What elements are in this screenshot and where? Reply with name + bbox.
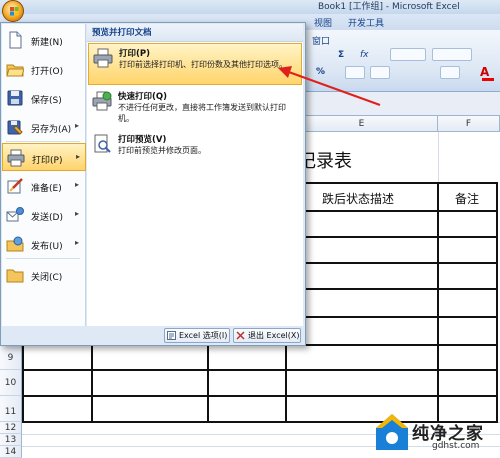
- menu-separator: [6, 141, 80, 142]
- quick-print-icon: [92, 91, 112, 111]
- save-disk-icon: [7, 90, 23, 106]
- window-group-label[interactable]: 窗口: [312, 34, 330, 47]
- submenu-arrow-icon: ▸: [75, 238, 80, 247]
- table-border: [496, 182, 498, 423]
- tab-developer[interactable]: 开发工具: [348, 16, 384, 29]
- submenu-arrow-icon: ▸: [76, 152, 81, 161]
- exit-excel-button[interactable]: 退出 Excel(X): [233, 328, 301, 343]
- ribbon-control[interactable]: [390, 48, 426, 61]
- menu-item-label: 发送(D): [31, 213, 63, 223]
- submenu-arrow-icon: ▸: [75, 121, 80, 130]
- font-color-swatch: [482, 78, 494, 81]
- printer-icon: [93, 48, 113, 68]
- column-header-e[interactable]: E: [286, 116, 438, 132]
- row-header-13[interactable]: 13: [0, 434, 22, 446]
- excel-options-label: Excel 选项(I): [179, 331, 228, 340]
- menu-item-label: 保存(S): [31, 96, 62, 106]
- menu-item-label: 打开(O): [31, 67, 64, 77]
- watermark-url: gdhst.com: [432, 441, 480, 451]
- row-header-10[interactable]: 10: [0, 370, 22, 396]
- row-header-12[interactable]: 12: [0, 422, 22, 434]
- options-icon: [167, 331, 176, 340]
- print-preview-option[interactable]: 打印预览(V) 打印前预览并修改页面。: [88, 130, 302, 160]
- gridline: [438, 132, 439, 182]
- option-title: 快速打印(Q): [118, 92, 167, 102]
- menu-separator: [6, 258, 80, 259]
- sheet-title: 记录表: [298, 151, 352, 172]
- menu-item-save-as[interactable]: 另存为(A) ▸: [2, 113, 86, 141]
- option-title: 打印预览(V): [118, 135, 167, 145]
- menu-item-prepare[interactable]: 准备(E) ▸: [2, 172, 86, 200]
- table-border: [22, 395, 498, 397]
- option-title: 打印(P): [119, 49, 150, 59]
- submenu-arrow-icon: ▸: [75, 209, 80, 218]
- prepare-icon: [7, 178, 23, 194]
- submenu-arrow-icon: ▸: [75, 180, 80, 189]
- row-header-11[interactable]: 11: [0, 396, 22, 422]
- table-header-notes[interactable]: 备注: [455, 190, 479, 207]
- excel-options-button[interactable]: Excel 选项(I): [164, 328, 230, 343]
- menu-item-save[interactable]: 保存(S): [2, 84, 86, 112]
- menu-item-publish[interactable]: 发布(U) ▸: [2, 230, 86, 258]
- print-preview-icon: [94, 134, 111, 153]
- close-icon: [236, 331, 245, 340]
- menu-item-label: 另存为(A): [31, 125, 72, 135]
- office-button[interactable]: [2, 0, 24, 22]
- new-document-icon: [9, 31, 22, 49]
- save-as-icon: [7, 120, 23, 135]
- font-color-icon[interactable]: A: [480, 65, 489, 79]
- ribbon-control[interactable]: [440, 66, 460, 79]
- exit-excel-label: 退出 Excel(X): [248, 331, 300, 340]
- house-logo-icon: [376, 414, 408, 450]
- open-folder-icon: [6, 64, 24, 77]
- window-title-bar: Book1 [工作组] - Microsoft Excel: [0, 0, 500, 14]
- close-folder-icon: [6, 269, 24, 283]
- printer-icon: [7, 149, 25, 167]
- menu-item-close[interactable]: 关闭(C): [2, 261, 86, 289]
- option-description: 打印前预览并修改页面。: [118, 146, 206, 155]
- menu-item-label: 准备(E): [31, 184, 62, 194]
- table-border: [22, 369, 498, 371]
- office-logo-icon: [10, 7, 19, 16]
- menu-item-label: 发布(U): [31, 242, 63, 252]
- menu-item-print[interactable]: 打印(P) ▸: [2, 143, 86, 171]
- menu-item-label: 新建(N): [31, 38, 63, 48]
- menu-item-label: 打印(P): [32, 156, 63, 166]
- row-header-14[interactable]: 14: [0, 446, 22, 458]
- ribbon-control[interactable]: [432, 48, 472, 61]
- tab-view[interactable]: 视图: [314, 16, 332, 29]
- send-icon: [6, 207, 24, 222]
- table-border: [437, 182, 439, 423]
- menu-item-new[interactable]: 新建(N): [2, 26, 86, 54]
- right-pane-header: 预览并打印文档: [87, 24, 303, 42]
- publish-icon: [6, 236, 24, 252]
- annotation-arrow-icon: [278, 66, 381, 106]
- table-header-description[interactable]: 跌后状态描述: [322, 190, 394, 207]
- row-header-9[interactable]: 9: [0, 346, 22, 370]
- menu-item-label: 关闭(C): [31, 273, 63, 283]
- column-header-f[interactable]: F: [438, 116, 500, 132]
- window-title: Book1 [工作组] - Microsoft Excel: [318, 2, 460, 12]
- menu-item-open[interactable]: 打开(O): [2, 55, 86, 83]
- menu-item-send[interactable]: 发送(D) ▸: [2, 201, 86, 229]
